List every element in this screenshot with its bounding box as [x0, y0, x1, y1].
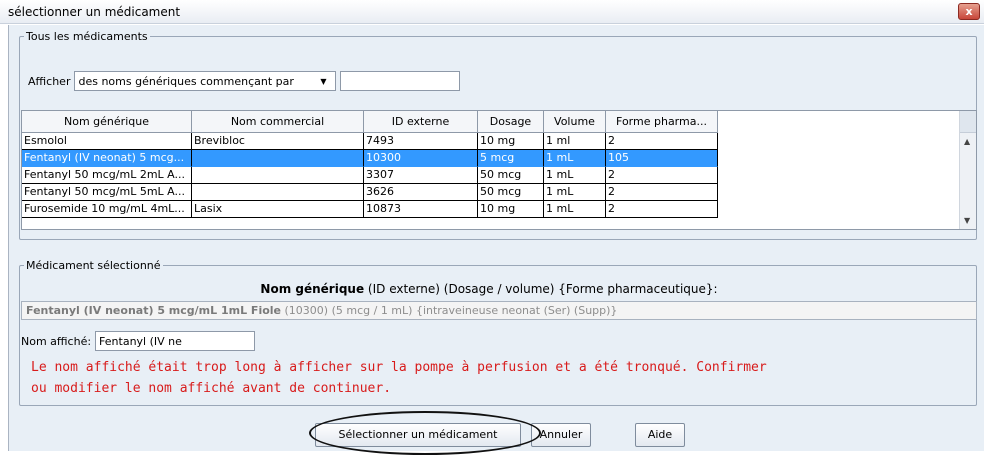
chevron-down-icon: ▼: [320, 76, 327, 86]
cell-volume: 1 mL: [544, 167, 606, 184]
afficher-label: Afficher: [28, 74, 71, 88]
cell-generic-name: Furosemide 10 mg/mL 4mL...: [22, 201, 192, 218]
column-header-brand-name[interactable]: Nom commercial: [192, 111, 364, 133]
table-header: Nom générique Nom commercial ID externe …: [22, 111, 718, 133]
scroll-up-icon[interactable]: ▲: [964, 137, 970, 146]
table-row[interactable]: Furosemide 10 mg/mL 4mL... Lasix 10873 1…: [22, 201, 718, 218]
help-button[interactable]: Aide: [635, 423, 685, 447]
scroll-down-icon[interactable]: ▼: [964, 216, 970, 225]
selected-drug-legend: Médicament sélectionné: [26, 259, 161, 272]
column-header-generic-name[interactable]: Nom générique: [22, 111, 192, 133]
select-drug-dialog: sélectionner un médicament x Tous les mé…: [0, 0, 984, 455]
all-drugs-legend: Tous les médicaments: [26, 30, 148, 43]
close-icon: x: [965, 5, 973, 18]
cell-external-id: 3626: [364, 184, 478, 201]
table-row[interactable]: Esmolol Brevibloc 7493 10 mg 1 ml 2: [22, 133, 718, 150]
column-header-dosage[interactable]: Dosage: [478, 111, 544, 133]
cell-dosage: 10 mg: [478, 133, 544, 150]
cell-dosage: 50 mcg: [478, 184, 544, 201]
cell-brand-name: Lasix: [192, 201, 364, 218]
heading-generic-name-label: Nom générique: [260, 282, 365, 296]
cell-external-id: 10873: [364, 201, 478, 218]
dialog-title: sélectionner un médicament: [8, 5, 181, 19]
filter-type-value: des noms génériques commençant par: [78, 74, 294, 88]
cell-dosage: 10 mg: [478, 201, 544, 218]
cell-brand-name: [192, 184, 364, 201]
truncation-warning: Le nom affiché était trop long à affiche…: [31, 357, 971, 399]
selected-drug-full-name: Fentanyl (IV neonat) 5 mcg/mL 1mL Fiole …: [21, 301, 977, 320]
filter-type-select[interactable]: des noms génériques commençant par ▼: [74, 71, 337, 91]
cell-external-id: 10300: [364, 150, 478, 167]
table-body: Esmolol Brevibloc 7493 10 mg 1 ml 2 Fent…: [22, 133, 718, 218]
column-header-volume[interactable]: Volume: [544, 111, 606, 133]
cell-generic-name: Fentanyl 50 mcg/mL 5mL A...: [22, 184, 192, 201]
cell-generic-name: Esmolol: [22, 133, 192, 150]
select-drug-button[interactable]: Sélectionner un médicament: [315, 423, 521, 447]
title-bar: sélectionner un médicament x: [0, 0, 984, 24]
column-header-external-id[interactable]: ID externe: [364, 111, 478, 133]
warning-line-2: ou modifier le nom affiché avant de cont…: [31, 381, 392, 396]
cell-forme: 2: [606, 133, 718, 150]
close-button[interactable]: x: [958, 3, 980, 20]
cell-brand-name: Brevibloc: [192, 133, 364, 150]
table-scrollbar[interactable]: ▲ ▼: [959, 111, 976, 229]
cell-external-id: 7493: [364, 133, 478, 150]
column-header-forme[interactable]: Forme pharma...: [606, 111, 718, 133]
display-name-input[interactable]: [95, 331, 256, 351]
cell-external-id: 3307: [364, 167, 478, 184]
cell-volume: 1 mL: [544, 184, 606, 201]
cell-volume: 1 mL: [544, 201, 606, 218]
cell-generic-name: Fentanyl 50 mcg/mL 2mL A...: [22, 167, 192, 184]
table-row[interactable]: Fentanyl 50 mcg/mL 2mL A... 3307 50 mcg …: [22, 167, 718, 184]
drug-table[interactable]: Nom générique Nom commercial ID externe …: [21, 110, 977, 230]
filter-text-input[interactable]: [340, 71, 461, 91]
cell-forme: 2: [606, 167, 718, 184]
cell-volume: 1 ml: [544, 133, 606, 150]
cell-generic-name: Fentanyl (IV neonat) 5 mcg...: [22, 150, 192, 167]
display-name-label: Nom affiché:: [21, 334, 92, 348]
cell-forme: 2: [606, 184, 718, 201]
cell-dosage: 50 mcg: [478, 167, 544, 184]
selected-drug-heading: Nom générique (ID externe) (Dosage / vol…: [9, 282, 969, 296]
cell-brand-name: [192, 167, 364, 184]
dialog-content: Tous les médicaments Afficher des noms g…: [8, 25, 984, 455]
cancel-button[interactable]: Annuler: [531, 423, 591, 447]
warning-line-1: Le nom affiché était trop long à affiche…: [31, 360, 767, 375]
display-name-row: Nom affiché:: [21, 331, 256, 351]
full-name-bold: Fentanyl (IV neonat) 5 mcg/mL 1mL Fiole: [26, 304, 282, 317]
cell-volume: 1 mL: [544, 150, 606, 167]
cell-dosage: 5 mcg: [478, 150, 544, 167]
full-name-details: (10300) (5 mcg / 1 mL) {intraveineuse ne…: [281, 304, 618, 317]
scrollbar-corner: [960, 111, 976, 133]
table-row[interactable]: Fentanyl 50 mcg/mL 5mL A... 3626 50 mcg …: [22, 184, 718, 201]
cell-brand-name: [192, 150, 364, 167]
heading-format-description: (ID externe) (Dosage / volume) {Forme ph…: [364, 282, 718, 296]
filter-row: Afficher des noms génériques commençant …: [28, 71, 461, 91]
cell-forme: 105: [606, 150, 718, 167]
cell-forme: 2: [606, 201, 718, 218]
table-row-selected[interactable]: Fentanyl (IV neonat) 5 mcg... 10300 5 mc…: [22, 150, 718, 167]
